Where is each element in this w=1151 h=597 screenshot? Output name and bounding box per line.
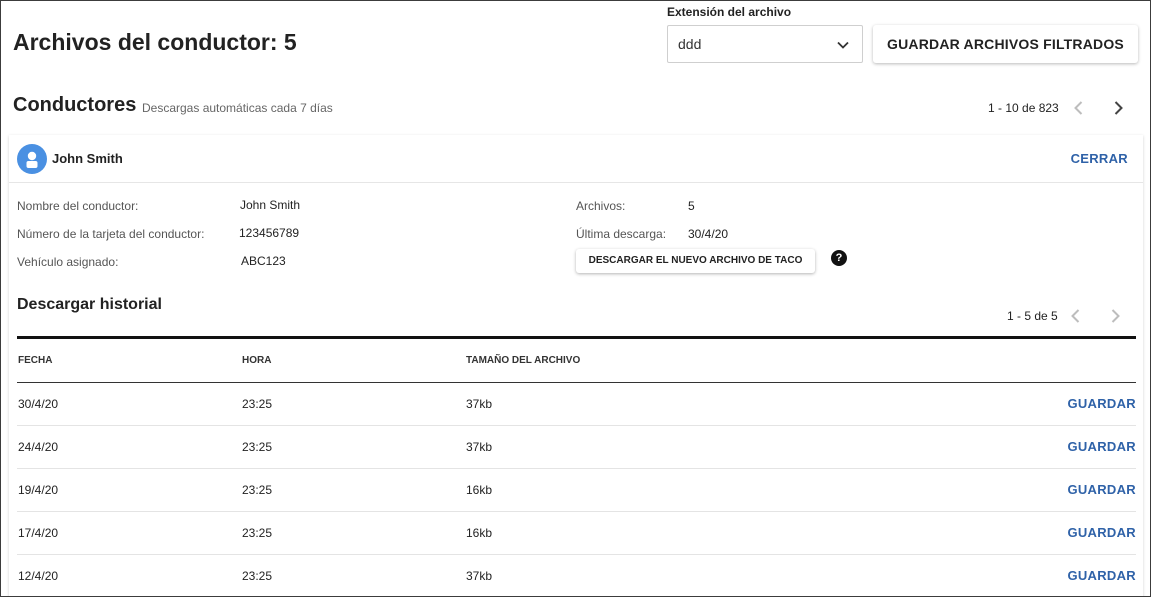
- page-title: Archivos del conductor: 5: [13, 29, 297, 55]
- row-time: 23:25: [242, 526, 273, 540]
- close-button[interactable]: CERRAR: [1071, 151, 1128, 166]
- table-row: 12/4/20 23:25 37kb GUARDAR: [17, 555, 1136, 596]
- drivers-section-subtitle: Descargas automáticas cada 7 días: [142, 101, 333, 115]
- row-size: 37kb: [466, 440, 493, 454]
- driver-name: John Smith: [52, 151, 123, 166]
- row-time: 23:25: [242, 397, 273, 411]
- row-save-button[interactable]: GUARDAR: [1067, 525, 1136, 540]
- driver-card: John Smith CERRAR Nombre del conductor: …: [9, 135, 1143, 596]
- row-date: 30/4/20: [18, 397, 59, 411]
- avatar: [17, 144, 47, 174]
- drivers-pagination-label: 1 - 10 de 823: [988, 101, 1059, 115]
- last-download-label: Última descarga:: [576, 227, 667, 241]
- help-icon[interactable]: ?: [831, 250, 847, 266]
- vehicle-label: Vehículo asignado:: [17, 255, 119, 269]
- history-pagination-label: 1 - 5 de 5: [1007, 309, 1058, 323]
- card-number-label: Número de la tarjeta del conductor:: [17, 227, 205, 241]
- row-date: 17/4/20: [18, 526, 59, 540]
- table-row: 17/4/20 23:25 16kb GUARDAR: [17, 512, 1136, 555]
- row-save-button[interactable]: GUARDAR: [1067, 396, 1136, 411]
- column-header-hora: HORA: [242, 355, 272, 366]
- column-header-fecha: FECHA: [18, 355, 53, 366]
- drivers-next-page-icon[interactable]: [1108, 98, 1128, 118]
- last-download-value: 30/4/20: [688, 227, 729, 241]
- row-size: 16kb: [466, 483, 493, 497]
- row-date: 12/4/20: [18, 569, 59, 583]
- history-prev-page-icon[interactable]: [1066, 306, 1086, 326]
- row-save-button[interactable]: GUARDAR: [1067, 439, 1136, 454]
- chevron-down-icon: [837, 41, 849, 49]
- table-row: 24/4/20 23:25 37kb GUARDAR: [17, 426, 1136, 469]
- row-time: 23:25: [242, 440, 273, 454]
- files-value: 5: [688, 199, 695, 213]
- row-save-button[interactable]: GUARDAR: [1067, 568, 1136, 583]
- extension-select-value: ddd: [678, 36, 702, 52]
- row-size: 16kb: [466, 526, 493, 540]
- extension-select[interactable]: ddd: [667, 25, 863, 63]
- drivers-section-title: Conductores: [13, 94, 137, 116]
- extension-label: Extensión del archivo: [667, 5, 792, 19]
- row-date: 19/4/20: [18, 483, 59, 497]
- history-title: Descargar historial: [17, 296, 162, 313]
- column-header-tamano: TAMAÑO DEL ARCHIVO: [466, 355, 581, 366]
- card-number-value: 123456789: [239, 226, 300, 240]
- table-row: 30/4/20 23:25 37kb GUARDAR: [17, 383, 1136, 426]
- driver-name-value: John Smith: [240, 198, 301, 212]
- vehicle-value: ABC123: [241, 254, 286, 268]
- row-time: 23:25: [242, 569, 273, 583]
- table-top-rule: [17, 336, 1136, 339]
- history-next-page-icon[interactable]: [1105, 306, 1125, 326]
- driver-card-header: John Smith CERRAR: [9, 135, 1143, 183]
- download-taco-file-button[interactable]: DESCARGAR EL NUEVO ARCHIVO DE TACO: [576, 249, 815, 273]
- table-row: 19/4/20 23:25 16kb GUARDAR: [17, 469, 1136, 512]
- row-size: 37kb: [466, 569, 493, 583]
- app-frame: Archivos del conductor: 5 Extensión del …: [0, 0, 1151, 597]
- user-icon: [26, 151, 38, 168]
- row-date: 24/4/20: [18, 440, 59, 454]
- save-filtered-files-button[interactable]: GUARDAR ARCHIVOS FILTRADOS: [873, 25, 1138, 63]
- row-size: 37kb: [466, 397, 493, 411]
- drivers-prev-page-icon[interactable]: [1069, 98, 1089, 118]
- row-save-button[interactable]: GUARDAR: [1067, 482, 1136, 497]
- driver-name-label: Nombre del conductor:: [17, 199, 139, 213]
- files-label: Archivos:: [576, 199, 626, 213]
- row-time: 23:25: [242, 483, 273, 497]
